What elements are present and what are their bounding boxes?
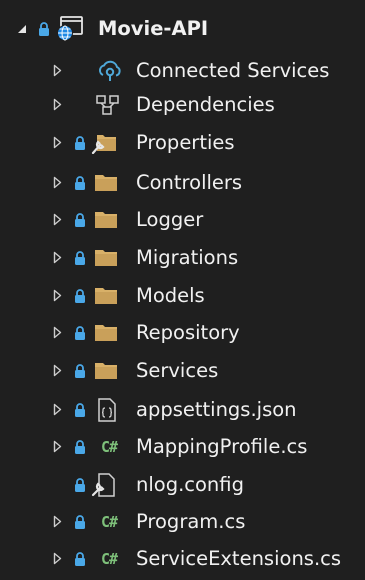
collapsed-arrow-icon[interactable] xyxy=(50,164,64,201)
csharp-file-icon: C# xyxy=(100,549,118,568)
lock-icon xyxy=(73,164,87,201)
lock-icon xyxy=(73,540,87,577)
tree-item-label: nlog.config xyxy=(136,473,244,496)
collapsed-arrow-icon[interactable] xyxy=(50,428,64,465)
csharp-file-icon: C# xyxy=(100,512,118,531)
tree-item-label: Models xyxy=(136,284,205,307)
tree-item-label: appsettings.json xyxy=(136,398,297,421)
lock-icon xyxy=(73,391,87,428)
connected-services-icon xyxy=(97,52,123,89)
tree-item-repository[interactable]: Repository xyxy=(0,314,365,351)
tree-item-label: Controllers xyxy=(136,171,243,194)
tree-item-nlog-config[interactable]: nlog.config xyxy=(0,466,365,503)
lock-icon xyxy=(73,466,87,503)
web-project-icon xyxy=(55,10,85,47)
tree-item-label: Properties xyxy=(136,131,235,154)
tree-item-program-cs[interactable]: C# Program.cs xyxy=(0,503,365,540)
dependencies-icon xyxy=(95,86,121,123)
folder-icon xyxy=(93,164,119,201)
tree-item-controllers[interactable]: Controllers xyxy=(0,164,365,201)
lock-icon xyxy=(73,352,87,389)
tree-item-appsettings-json[interactable]: appsettings.json xyxy=(0,391,365,428)
lock-icon xyxy=(73,239,87,276)
folder-icon xyxy=(93,277,119,314)
csharp-file-icon: C# xyxy=(100,437,118,456)
tree-item-movie-api[interactable]: Movie-API xyxy=(0,10,365,47)
properties-folder-icon xyxy=(91,124,117,161)
project-label: Movie-API xyxy=(98,17,209,40)
collapsed-arrow-icon[interactable] xyxy=(50,503,64,540)
collapsed-arrow-icon[interactable] xyxy=(50,391,64,428)
tree-item-logger[interactable]: Logger xyxy=(0,201,365,238)
json-file-icon xyxy=(95,391,119,428)
tree-item-label: Repository xyxy=(136,321,240,344)
collapsed-arrow-icon[interactable] xyxy=(50,52,64,89)
tree-item-label: Dependencies xyxy=(136,93,275,116)
solution-explorer-tree: Movie-API Connected Services Dependencie… xyxy=(0,0,365,580)
lock-icon xyxy=(73,428,87,465)
lock-icon xyxy=(73,124,87,161)
tree-item-serviceextensions-cs[interactable]: C# ServiceExtensions.cs xyxy=(0,540,365,577)
collapsed-arrow-icon[interactable] xyxy=(50,86,64,123)
tree-item-label: ServiceExtensions.cs xyxy=(136,547,342,570)
collapsed-arrow-icon[interactable] xyxy=(50,124,64,161)
tree-item-label: Migrations xyxy=(136,246,239,269)
lock-icon xyxy=(73,503,87,540)
collapsed-arrow-icon[interactable] xyxy=(50,239,64,276)
collapsed-arrow-icon[interactable] xyxy=(50,201,64,238)
tree-item-mappingprofile-cs[interactable]: C# MappingProfile.cs xyxy=(0,428,365,465)
folder-icon xyxy=(93,314,119,351)
config-file-icon xyxy=(91,466,117,503)
tree-item-connected-services[interactable]: Connected Services xyxy=(0,52,365,89)
folder-icon xyxy=(93,352,119,389)
collapsed-arrow-icon[interactable] xyxy=(50,540,64,577)
tree-item-migrations[interactable]: Migrations xyxy=(0,239,365,276)
tree-item-label: Services xyxy=(136,359,219,382)
lock-icon xyxy=(37,10,51,47)
tree-item-label: Connected Services xyxy=(136,59,330,82)
tree-item-models[interactable]: Models xyxy=(0,277,365,314)
folder-icon xyxy=(93,239,119,276)
folder-icon xyxy=(93,201,119,238)
tree-item-label: MappingProfile.cs xyxy=(136,435,308,458)
tree-item-dependencies[interactable]: Dependencies xyxy=(0,86,365,123)
lock-icon xyxy=(73,314,87,351)
tree-item-services[interactable]: Services xyxy=(0,352,365,389)
tree-item-label: Program.cs xyxy=(136,510,246,533)
lock-icon xyxy=(73,201,87,238)
tree-item-properties[interactable]: Properties xyxy=(0,124,365,161)
collapsed-arrow-icon[interactable] xyxy=(50,277,64,314)
collapsed-arrow-icon[interactable] xyxy=(50,352,64,389)
tree-item-label: Logger xyxy=(136,208,204,231)
lock-icon xyxy=(73,277,87,314)
collapsed-arrow-icon[interactable] xyxy=(50,314,64,351)
expanded-arrow-icon[interactable] xyxy=(15,10,29,47)
